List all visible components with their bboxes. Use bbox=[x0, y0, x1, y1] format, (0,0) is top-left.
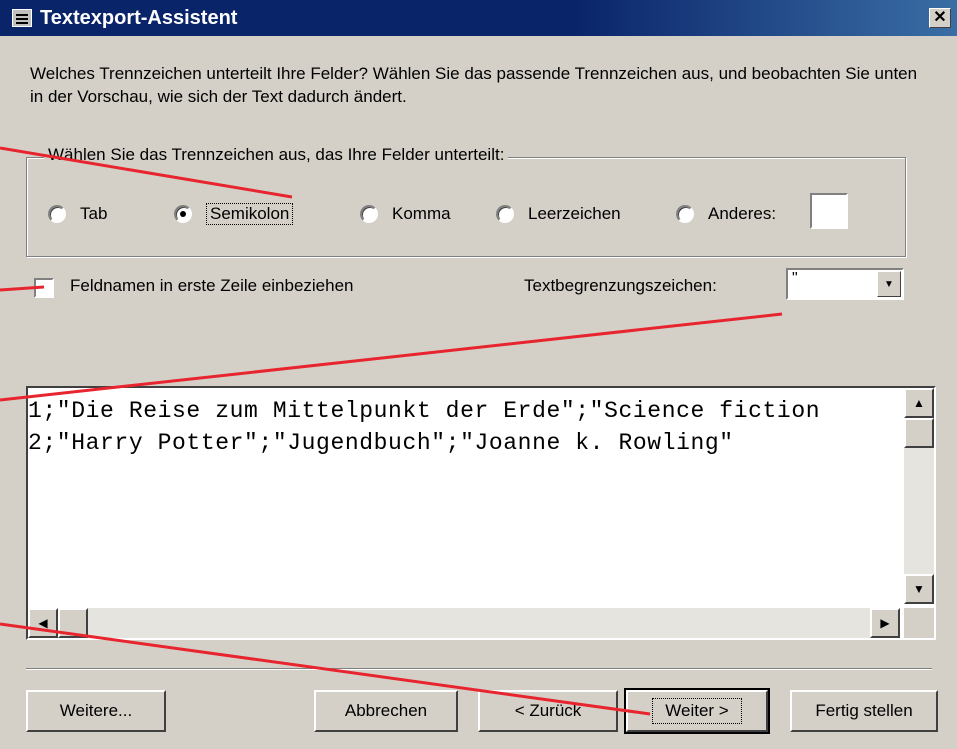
radio-circle-icon bbox=[48, 205, 66, 223]
scrollbar-corner bbox=[904, 608, 934, 638]
scroll-down-icon[interactable]: ▼ bbox=[904, 574, 934, 604]
chevron-down-icon[interactable]: ▼ bbox=[877, 271, 901, 297]
other-delimiter-input[interactable] bbox=[810, 193, 848, 229]
vertical-scrollbar[interactable]: ▲ ▼ bbox=[904, 388, 934, 604]
separator bbox=[26, 668, 932, 670]
radio-anderes-label: Anderes: bbox=[708, 204, 777, 223]
preview-box[interactable]: 1;"Die Reise zum Mittelpunkt der Erde";"… bbox=[26, 386, 936, 640]
finish-button[interactable]: Fertig stellen bbox=[790, 690, 938, 732]
radio-leerzeichen-label: Leerzeichen bbox=[528, 204, 621, 223]
radio-circle-icon bbox=[360, 205, 378, 223]
window-title: Textexport-Assistent bbox=[40, 7, 238, 29]
back-button[interactable]: < Zurück bbox=[478, 690, 618, 732]
text-qualifier-value: " bbox=[792, 270, 798, 287]
radio-komma[interactable]: Komma bbox=[360, 202, 451, 226]
radio-circle-icon bbox=[676, 205, 694, 223]
horizontal-scrollbar[interactable]: ◀ ▶ bbox=[28, 608, 900, 638]
radio-semikolon[interactable]: Semikolon bbox=[174, 202, 294, 226]
advanced-button[interactable]: Weitere... bbox=[26, 690, 166, 732]
scroll-thumb[interactable] bbox=[58, 608, 88, 638]
preview-line: 1;"Die Reise zum Mittelpunkt der Erde";"… bbox=[28, 398, 821, 424]
field-names-label: Feldnamen in erste Zeile einbeziehen bbox=[70, 276, 354, 295]
radio-anderes[interactable]: Anderes: bbox=[676, 202, 776, 226]
radio-circle-icon bbox=[496, 205, 514, 223]
radio-leerzeichen[interactable]: Leerzeichen bbox=[496, 202, 621, 226]
intro-text: Welches Trennzeichen unterteilt Ihre Fel… bbox=[30, 64, 918, 106]
scroll-up-icon[interactable]: ▲ bbox=[904, 388, 934, 418]
scroll-right-icon[interactable]: ▶ bbox=[870, 608, 900, 638]
field-names-checkbox[interactable] bbox=[34, 278, 54, 298]
text-qualifier-dropdown[interactable]: " ▼ bbox=[786, 268, 904, 300]
table-icon bbox=[12, 9, 32, 27]
radio-tab-label: Tab bbox=[80, 204, 108, 223]
next-button-label: Weiter > bbox=[652, 698, 742, 724]
text-qualifier-label: Textbegrenzungszeichen: bbox=[524, 276, 717, 295]
next-button[interactable]: Weiter > bbox=[624, 688, 770, 734]
radio-semikolon-label: Semikolon bbox=[206, 203, 294, 225]
scroll-left-icon[interactable]: ◀ bbox=[28, 608, 58, 638]
scroll-thumb[interactable] bbox=[904, 418, 934, 448]
delimiter-group-legend: Wählen Sie das Trennzeichen aus, das Ihr… bbox=[44, 145, 509, 165]
radio-checked-icon bbox=[174, 205, 192, 223]
preview-line: 2;"Harry Potter";"Jugendbuch";"Joanne k.… bbox=[28, 430, 734, 456]
radio-komma-label: Komma bbox=[392, 204, 451, 223]
title-bar: Textexport-Assistent ✕ bbox=[0, 0, 957, 36]
cancel-button[interactable]: Abbrechen bbox=[314, 690, 458, 732]
close-button[interactable]: ✕ bbox=[929, 8, 951, 28]
radio-tab[interactable]: Tab bbox=[48, 202, 107, 226]
